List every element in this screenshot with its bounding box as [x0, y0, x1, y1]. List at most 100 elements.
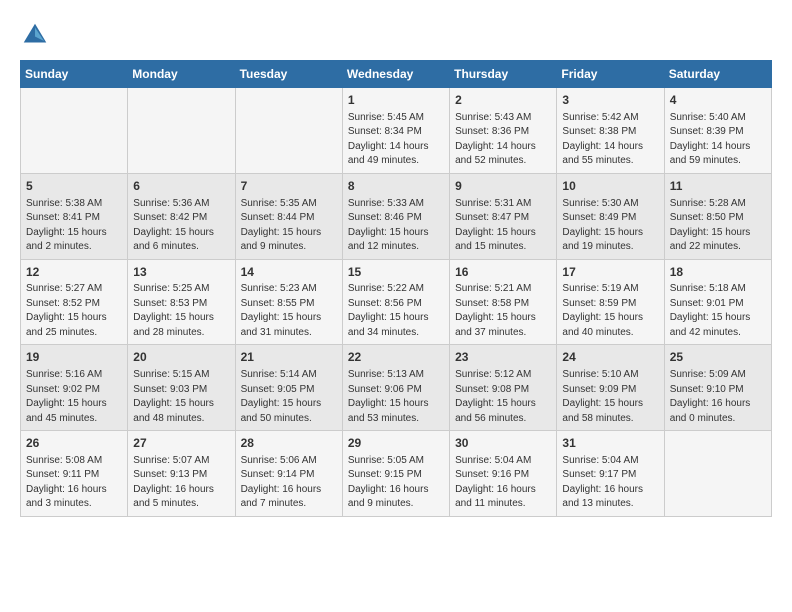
calendar-cell	[664, 431, 771, 517]
day-number: 5	[26, 178, 122, 195]
day-number: 25	[670, 349, 766, 366]
day-number: 8	[348, 178, 444, 195]
calendar-cell: 26 Sunrise: 5:08 AM Sunset: 9:11 PM Dayli…	[21, 431, 128, 517]
calendar-row: 19 Sunrise: 5:16 AM Sunset: 9:02 PM Dayli…	[21, 345, 772, 431]
cell-content: Sunrise: 5:14 AM Sunset: 9:05 PM Dayligh…	[241, 368, 337, 426]
cell-content: Sunrise: 5:40 AM Sunset: 8:39 PM Dayligh…	[670, 111, 766, 169]
calendar-cell: 18Sunrise: 5:18 AM Sunset: 9:01 PM Dayli…	[664, 259, 771, 345]
cell-content: Sunrise: 5:25 AM Sunset: 8:53 PM Dayligh…	[133, 282, 229, 340]
header-cell-wednesday: Wednesday	[342, 61, 449, 88]
header-cell-monday: Monday	[128, 61, 235, 88]
calendar-cell: 17Sunrise: 5:19 AM Sunset: 8:59 PM Dayli…	[557, 259, 664, 345]
calendar-cell: 29Sunrise: 5:05 AM Sunset: 9:15 PM Dayli…	[342, 431, 449, 517]
calendar-cell: 13Sunrise: 5:25 AM Sunset: 8:53 PM Dayli…	[128, 259, 235, 345]
calendar-cell	[235, 88, 342, 174]
calendar-cell: 10 Sunrise: 5:30 AM Sunset: 8:49 PM Dayli…	[557, 173, 664, 259]
day-number: 26	[26, 435, 122, 452]
calendar-row: 26 Sunrise: 5:08 AM Sunset: 9:11 PM Dayli…	[21, 431, 772, 517]
calendar-row: 5 Sunrise: 5:38 AM Sunset: 8:41 PM Daylig…	[21, 173, 772, 259]
day-number: 13	[133, 264, 229, 281]
day-number: 28	[241, 435, 337, 452]
cell-content: Sunrise: 5:43 AM Sunset: 8:36 PM Dayligh…	[455, 111, 551, 169]
calendar-row: 1Sunrise: 5:45 AM Sunset: 8:34 PM Daylig…	[21, 88, 772, 174]
calendar-cell: 19 Sunrise: 5:16 AM Sunset: 9:02 PM Dayli…	[21, 345, 128, 431]
calendar-cell: 31 Sunrise: 5:04 AM Sunset: 9:17 PM Dayli…	[557, 431, 664, 517]
calendar-cell: 21 Sunrise: 5:14 AM Sunset: 9:05 PM Dayli…	[235, 345, 342, 431]
cell-content: Sunrise: 5:42 AM Sunset: 8:38 PM Dayligh…	[562, 111, 658, 169]
day-number: 3	[562, 92, 658, 109]
day-number: 11	[670, 178, 766, 195]
calendar-cell: 28 Sunrise: 5:06 AM Sunset: 9:14 PM Dayli…	[235, 431, 342, 517]
day-number: 14	[241, 264, 337, 281]
cell-content: Sunrise: 5:09 AM Sunset: 9:10 PM Dayligh…	[670, 368, 766, 426]
cell-content: Sunrise: 5:18 AM Sunset: 9:01 PM Dayligh…	[670, 282, 766, 340]
calendar-table: SundayMondayTuesdayWednesdayThursdayFrid…	[20, 60, 772, 517]
calendar-cell: 5 Sunrise: 5:38 AM Sunset: 8:41 PM Daylig…	[21, 173, 128, 259]
day-number: 7	[241, 178, 337, 195]
day-number: 15	[348, 264, 444, 281]
calendar-cell: 7 Sunrise: 5:35 AM Sunset: 8:44 PM Daylig…	[235, 173, 342, 259]
day-number: 10	[562, 178, 658, 195]
day-number: 18	[670, 264, 766, 281]
cell-content: Sunrise: 5:45 AM Sunset: 8:34 PM Dayligh…	[348, 111, 444, 169]
cell-content: Sunrise: 5:35 AM Sunset: 8:44 PM Dayligh…	[241, 197, 337, 255]
header-cell-saturday: Saturday	[664, 61, 771, 88]
cell-content: Sunrise: 5:06 AM Sunset: 9:14 PM Dayligh…	[241, 454, 337, 512]
cell-content: Sunrise: 5:08 AM Sunset: 9:11 PM Dayligh…	[26, 454, 122, 512]
cell-content: Sunrise: 5:15 AM Sunset: 9:03 PM Dayligh…	[133, 368, 229, 426]
day-number: 31	[562, 435, 658, 452]
cell-content: Sunrise: 5:31 AM Sunset: 8:47 PM Dayligh…	[455, 197, 551, 255]
cell-content: Sunrise: 5:05 AM Sunset: 9:15 PM Dayligh…	[348, 454, 444, 512]
cell-content: Sunrise: 5:19 AM Sunset: 8:59 PM Dayligh…	[562, 282, 658, 340]
logo	[20, 20, 52, 50]
cell-content: Sunrise: 5:16 AM Sunset: 9:02 PM Dayligh…	[26, 368, 122, 426]
calendar-header: SundayMondayTuesdayWednesdayThursdayFrid…	[21, 61, 772, 88]
cell-content: Sunrise: 5:23 AM Sunset: 8:55 PM Dayligh…	[241, 282, 337, 340]
day-number: 23	[455, 349, 551, 366]
calendar-cell: 20 Sunrise: 5:15 AM Sunset: 9:03 PM Dayli…	[128, 345, 235, 431]
page-header	[20, 20, 772, 50]
header-cell-sunday: Sunday	[21, 61, 128, 88]
cell-content: Sunrise: 5:36 AM Sunset: 8:42 PM Dayligh…	[133, 197, 229, 255]
logo-icon	[20, 20, 50, 50]
calendar-cell	[128, 88, 235, 174]
calendar-cell: 25 Sunrise: 5:09 AM Sunset: 9:10 PM Dayli…	[664, 345, 771, 431]
calendar-cell: 14Sunrise: 5:23 AM Sunset: 8:55 PM Dayli…	[235, 259, 342, 345]
day-number: 16	[455, 264, 551, 281]
day-number: 4	[670, 92, 766, 109]
cell-content: Sunrise: 5:28 AM Sunset: 8:50 PM Dayligh…	[670, 197, 766, 255]
header-cell-tuesday: Tuesday	[235, 61, 342, 88]
cell-content: Sunrise: 5:38 AM Sunset: 8:41 PM Dayligh…	[26, 197, 122, 255]
calendar-cell	[21, 88, 128, 174]
day-number: 19	[26, 349, 122, 366]
calendar-cell: 24Sunrise: 5:10 AM Sunset: 9:09 PM Dayli…	[557, 345, 664, 431]
calendar-body: 1Sunrise: 5:45 AM Sunset: 8:34 PM Daylig…	[21, 88, 772, 517]
cell-content: Sunrise: 5:27 AM Sunset: 8:52 PM Dayligh…	[26, 282, 122, 340]
day-number: 20	[133, 349, 229, 366]
calendar-cell: 3 Sunrise: 5:42 AM Sunset: 8:38 PM Daylig…	[557, 88, 664, 174]
calendar-cell: 2Sunrise: 5:43 AM Sunset: 8:36 PM Daylig…	[450, 88, 557, 174]
calendar-cell: 22 Sunrise: 5:13 AM Sunset: 9:06 PM Dayli…	[342, 345, 449, 431]
day-number: 30	[455, 435, 551, 452]
calendar-cell: 8Sunrise: 5:33 AM Sunset: 8:46 PM Daylig…	[342, 173, 449, 259]
calendar-cell: 9 Sunrise: 5:31 AM Sunset: 8:47 PM Daylig…	[450, 173, 557, 259]
day-number: 17	[562, 264, 658, 281]
day-number: 12	[26, 264, 122, 281]
calendar-row: 12Sunrise: 5:27 AM Sunset: 8:52 PM Dayli…	[21, 259, 772, 345]
day-number: 9	[455, 178, 551, 195]
calendar-cell: 27Sunrise: 5:07 AM Sunset: 9:13 PM Dayli…	[128, 431, 235, 517]
day-number: 21	[241, 349, 337, 366]
calendar-cell: 16Sunrise: 5:21 AM Sunset: 8:58 PM Dayli…	[450, 259, 557, 345]
cell-content: Sunrise: 5:21 AM Sunset: 8:58 PM Dayligh…	[455, 282, 551, 340]
cell-content: Sunrise: 5:04 AM Sunset: 9:17 PM Dayligh…	[562, 454, 658, 512]
day-number: 24	[562, 349, 658, 366]
calendar-cell: 6Sunrise: 5:36 AM Sunset: 8:42 PM Daylig…	[128, 173, 235, 259]
calendar-cell: 30Sunrise: 5:04 AM Sunset: 9:16 PM Dayli…	[450, 431, 557, 517]
calendar-cell: 11 Sunrise: 5:28 AM Sunset: 8:50 PM Dayli…	[664, 173, 771, 259]
day-number: 27	[133, 435, 229, 452]
day-number: 22	[348, 349, 444, 366]
cell-content: Sunrise: 5:30 AM Sunset: 8:49 PM Dayligh…	[562, 197, 658, 255]
calendar-cell: 15Sunrise: 5:22 AM Sunset: 8:56 PM Dayli…	[342, 259, 449, 345]
cell-content: Sunrise: 5:13 AM Sunset: 9:06 PM Dayligh…	[348, 368, 444, 426]
cell-content: Sunrise: 5:22 AM Sunset: 8:56 PM Dayligh…	[348, 282, 444, 340]
